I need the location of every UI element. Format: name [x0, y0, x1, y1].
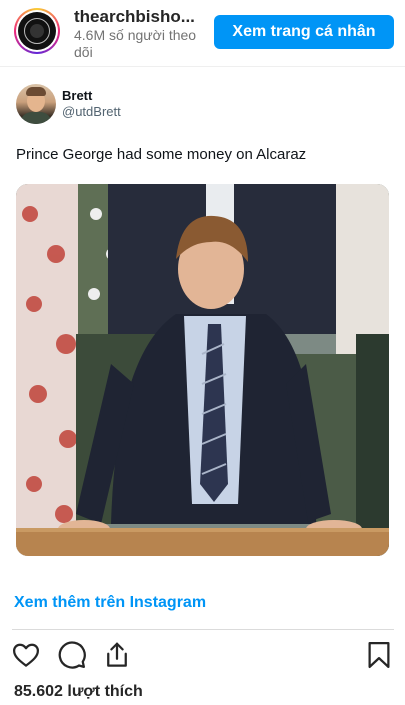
share-icon: [107, 642, 127, 667]
like-button[interactable]: [10, 639, 42, 671]
divider: [0, 66, 405, 67]
heart-icon: [13, 643, 39, 667]
post-header: thearchbisho... 4.6M số người theo dõi X…: [0, 0, 405, 66]
tweet-author-handle: @utdBrett: [62, 104, 121, 119]
post-photo: [16, 184, 389, 556]
follower-count: 4.6M số người theo dõi: [74, 27, 197, 60]
save-button[interactable]: [363, 639, 395, 671]
share-button[interactable]: [101, 639, 133, 671]
view-profile-button[interactable]: Xem trang cá nhân: [214, 15, 394, 49]
tweet-author-name: Brett: [62, 88, 93, 103]
bookmark-icon: [368, 642, 390, 668]
tweet-text: Prince George had some money on Alcaraz: [16, 146, 307, 163]
account-name[interactable]: thearchbisho...: [74, 7, 204, 27]
comment-button[interactable]: [56, 639, 88, 671]
view-more-on-instagram-link[interactable]: Xem thêm trên Instagram: [14, 594, 206, 612]
account-avatar[interactable]: [14, 8, 60, 54]
comment-icon: [58, 641, 86, 669]
tweet-author-avatar: [16, 84, 56, 124]
like-count: 85.602 lượt thích: [14, 683, 143, 700]
divider: [12, 629, 394, 630]
